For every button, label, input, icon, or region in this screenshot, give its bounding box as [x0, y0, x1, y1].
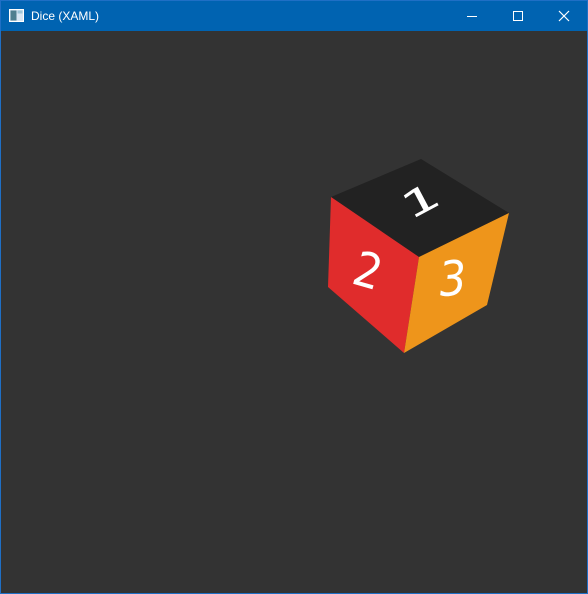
maximize-icon [513, 11, 523, 21]
app-window-icon [9, 9, 24, 22]
dice[interactable]: 1 2 3 [328, 159, 509, 353]
close-icon [558, 10, 570, 22]
maximize-button[interactable] [495, 1, 541, 31]
close-button[interactable] [541, 1, 587, 31]
minimize-button[interactable] [449, 1, 495, 31]
dice-right-number: 3 [437, 250, 468, 307]
dice-viewport[interactable]: 1 2 3 [1, 31, 587, 593]
title-bar[interactable]: Dice (XAML) [1, 1, 587, 31]
window-title: Dice (XAML) [31, 9, 100, 23]
dice-scene[interactable]: 1 2 3 [1, 31, 587, 593]
minimize-icon [467, 16, 477, 17]
app-window: Dice (XAML) 1 2 3 [0, 0, 588, 594]
